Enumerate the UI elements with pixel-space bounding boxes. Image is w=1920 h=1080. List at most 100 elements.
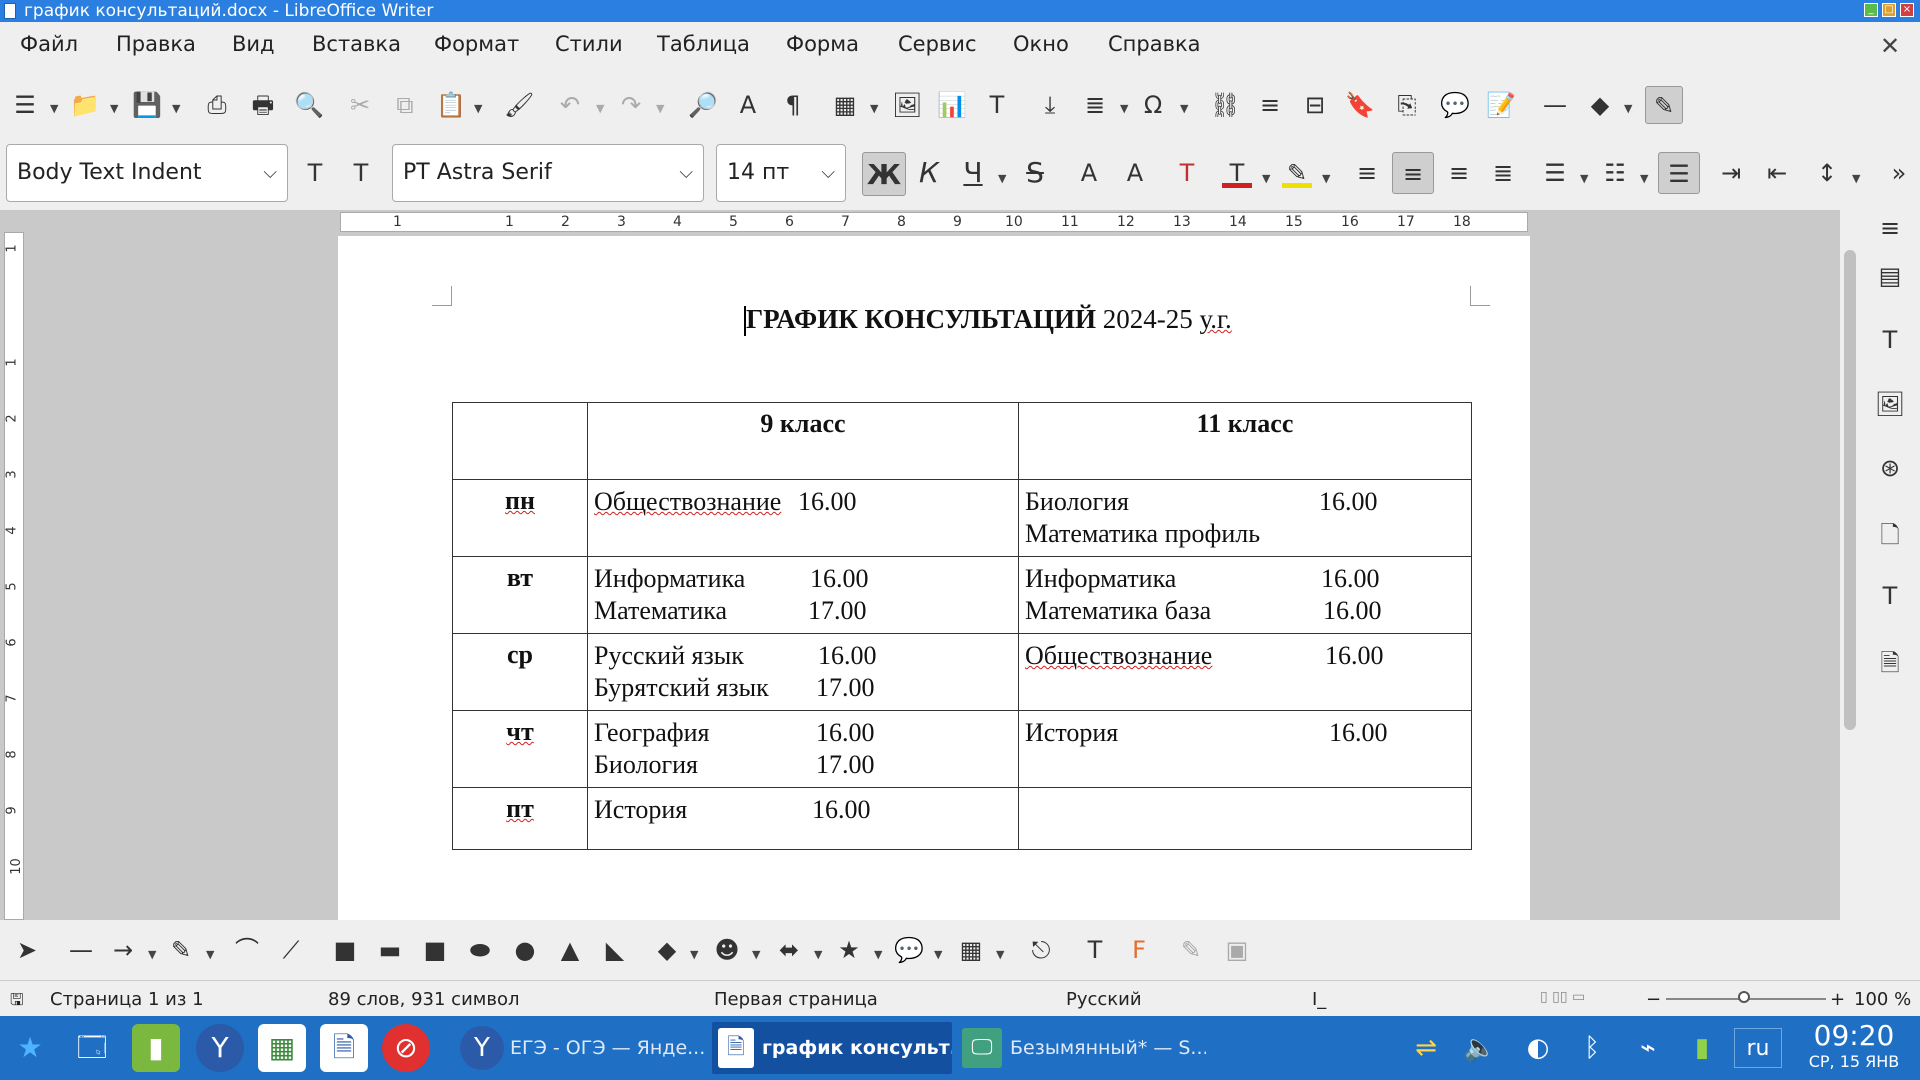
table-header-cell[interactable]: 9 класс	[587, 402, 1019, 480]
dropdown-arrow-icon[interactable]: ▼	[690, 948, 698, 961]
table-header-cell[interactable]	[452, 402, 588, 480]
dropdown-arrow-icon[interactable]: ▼	[1852, 172, 1860, 185]
right-triangle-icon[interactable]: ◣	[600, 935, 630, 965]
maximize-button[interactable]: □	[1882, 3, 1896, 17]
properties-icon[interactable]: ▤	[1874, 262, 1906, 294]
chevron-down-icon[interactable]: ⌵	[821, 145, 835, 201]
day-cell[interactable]: пн	[452, 479, 588, 557]
paste-icon[interactable]: 📋	[436, 90, 466, 120]
extrusion-icon[interactable]: ▣	[1222, 935, 1252, 965]
writer-icon[interactable]: 🗎	[320, 1024, 368, 1072]
spelling-icon[interactable]: A	[733, 90, 763, 120]
textbox-icon[interactable]: T	[1080, 935, 1110, 965]
brightness-icon[interactable]: ◐	[1518, 1028, 1558, 1068]
font-size-combo[interactable]: 14 пт ⌵	[716, 144, 846, 202]
menu-view[interactable]: Вид	[232, 32, 275, 56]
menu-table[interactable]: Таблица	[657, 32, 750, 56]
dropdown-arrow-icon[interactable]: ▼	[934, 948, 942, 961]
view-layout-icon[interactable]: ▯ ▯▯ ▭	[1540, 989, 1585, 1005]
grade9-cell[interactable]: История 16.00	[587, 787, 1019, 850]
spreadsheet-icon[interactable]: ▦	[258, 1024, 306, 1072]
callout-icon[interactable]: 💬	[894, 935, 924, 965]
bullet-list-icon[interactable]: ☰	[1540, 158, 1570, 188]
freeform-icon[interactable]: ✎	[166, 935, 196, 965]
scrollbar-thumb[interactable]	[1844, 250, 1856, 730]
schedule-table[interactable]: 9 класс 11 класс пн Обществознание 16.00 …	[452, 402, 1472, 850]
track-changes-icon[interactable]: 📝	[1486, 90, 1516, 120]
vertical-ruler[interactable]: 1 1 2 3 4 5 6 7 8 9 10	[4, 232, 24, 920]
dropdown-arrow-icon[interactable]: ▼	[656, 102, 664, 115]
cut-icon[interactable]: ✂	[345, 90, 375, 120]
close-window-button[interactable]: ×	[1900, 3, 1914, 17]
page-styles-icon[interactable]: T	[1874, 326, 1906, 358]
document-page[interactable]: ГРАФИК КОНСУЛЬТАЦИЙ 2024-25 у.г. 9 класс…	[338, 236, 1530, 920]
insert-table-icon[interactable]: ▦	[830, 90, 860, 120]
no-list-icon[interactable]: ☰	[1658, 152, 1700, 194]
dropdown-arrow-icon[interactable]: ▼	[752, 948, 760, 961]
dropdown-arrow-icon[interactable]: ▼	[1180, 102, 1188, 115]
menu-file[interactable]: Файл	[20, 32, 78, 56]
dropdown-arrow-icon[interactable]: ▼	[172, 102, 180, 115]
underline-button[interactable]: Ч	[958, 158, 988, 188]
page-style[interactable]: Первая страница	[714, 989, 878, 1010]
manage-changes-icon[interactable]: 🗎	[1874, 646, 1906, 678]
new-document-icon[interactable]: ☰	[10, 90, 40, 120]
dropdown-arrow-icon[interactable]: ▼	[50, 102, 58, 115]
menu-edit[interactable]: Правка	[116, 32, 196, 56]
subscript-icon[interactable]: A	[1120, 158, 1150, 188]
grade11-cell[interactable]	[1018, 787, 1472, 850]
archive-icon[interactable]: ▮	[132, 1024, 180, 1072]
style-inspector-icon[interactable]: T	[1874, 582, 1906, 614]
paragraph-style-combo[interactable]: Body Text Indent ⌵	[6, 144, 288, 202]
highlight-color-icon[interactable]: ✎	[1282, 158, 1312, 188]
dropdown-arrow-icon[interactable]: ▼	[998, 172, 1006, 185]
superscript-icon[interactable]: A	[1074, 158, 1104, 188]
day-cell[interactable]: ср	[452, 633, 588, 711]
language[interactable]: Русский	[1066, 989, 1142, 1010]
formatting-marks-icon[interactable]: ¶	[778, 90, 808, 120]
grade11-cell[interactable]: История 16.00	[1018, 710, 1472, 788]
insert-field-icon[interactable]: ≣	[1080, 90, 1110, 120]
line-arrow-icon[interactable]: →	[108, 935, 138, 965]
dropdown-arrow-icon[interactable]: ▼	[1640, 172, 1648, 185]
insert-chart-icon[interactable]: 📊	[937, 90, 967, 120]
connector-icon[interactable]: ⎋	[1026, 935, 1056, 965]
day-cell[interactable]: чт	[452, 710, 588, 788]
file-manager-icon[interactable]: 🗔	[68, 1024, 116, 1072]
triangle-icon[interactable]: ▲	[555, 935, 585, 965]
keyboard-layout[interactable]: ru	[1734, 1028, 1782, 1068]
chevron-down-icon[interactable]: ⌵	[679, 145, 693, 201]
vertical-scrollbar[interactable]	[1840, 210, 1860, 920]
grade11-cell[interactable]: Информатика 16.00 Математика база 16.00	[1018, 556, 1472, 634]
usb-icon[interactable]: ⇌	[1406, 1028, 1446, 1068]
dropdown-arrow-icon[interactable]: ▼	[1120, 102, 1128, 115]
increase-indent-icon[interactable]: ⇥	[1716, 158, 1746, 188]
star-icon[interactable]: ★	[834, 935, 864, 965]
menu-help[interactable]: Справка	[1108, 32, 1201, 56]
task-writer[interactable]: 🗎 график консульт...	[712, 1022, 952, 1074]
export-pdf-icon[interactable]: ⎙	[202, 90, 232, 120]
page-count[interactable]: Страница 1 из 1	[50, 989, 204, 1010]
horizontal-ruler[interactable]: 1 1 2 3 4 5 6 7 8 9 10 11 12 13 14 15 16…	[340, 212, 1528, 232]
grade9-cell[interactable]: Информатика 16.00 Математика 17.00	[587, 556, 1019, 634]
fontwork-icon[interactable]: F	[1124, 935, 1154, 965]
task-paint[interactable]: 🖵 Безымянный* — S...	[956, 1022, 1206, 1074]
zoom-slider-handle[interactable]	[1738, 991, 1750, 1003]
comment-icon[interactable]: 💬	[1440, 90, 1470, 120]
update-style-icon[interactable]: T	[300, 158, 330, 188]
grade9-cell[interactable]: Русский язык 16.00 Бурятский язык 17.00	[587, 633, 1019, 711]
dropdown-arrow-icon[interactable]: ▼	[870, 102, 878, 115]
clear-formatting-icon[interactable]: T	[1172, 158, 1202, 188]
day-cell[interactable]: пт	[452, 787, 588, 850]
open-folder-icon[interactable]: 📁	[70, 90, 100, 120]
grade11-cell[interactable]: Обществознание 16.00	[1018, 633, 1472, 711]
grade11-cell[interactable]: Биология 16.00 Математика профиль	[1018, 479, 1472, 557]
undo-icon[interactable]: ↶	[555, 90, 585, 120]
sidebar-menu-icon[interactable]: ≡	[1874, 214, 1906, 246]
dropdown-arrow-icon[interactable]: ▼	[996, 948, 1004, 961]
save-icon[interactable]: 💾	[132, 90, 162, 120]
navigator-icon[interactable]: ⊛	[1874, 454, 1906, 486]
dropdown-arrow-icon[interactable]: ▼	[1262, 172, 1270, 185]
task-yandex[interactable]: Y ЕГЭ - ОГЭ — Янде...	[456, 1022, 708, 1074]
grade9-cell[interactable]: География 16.00 Биология 17.00	[587, 710, 1019, 788]
